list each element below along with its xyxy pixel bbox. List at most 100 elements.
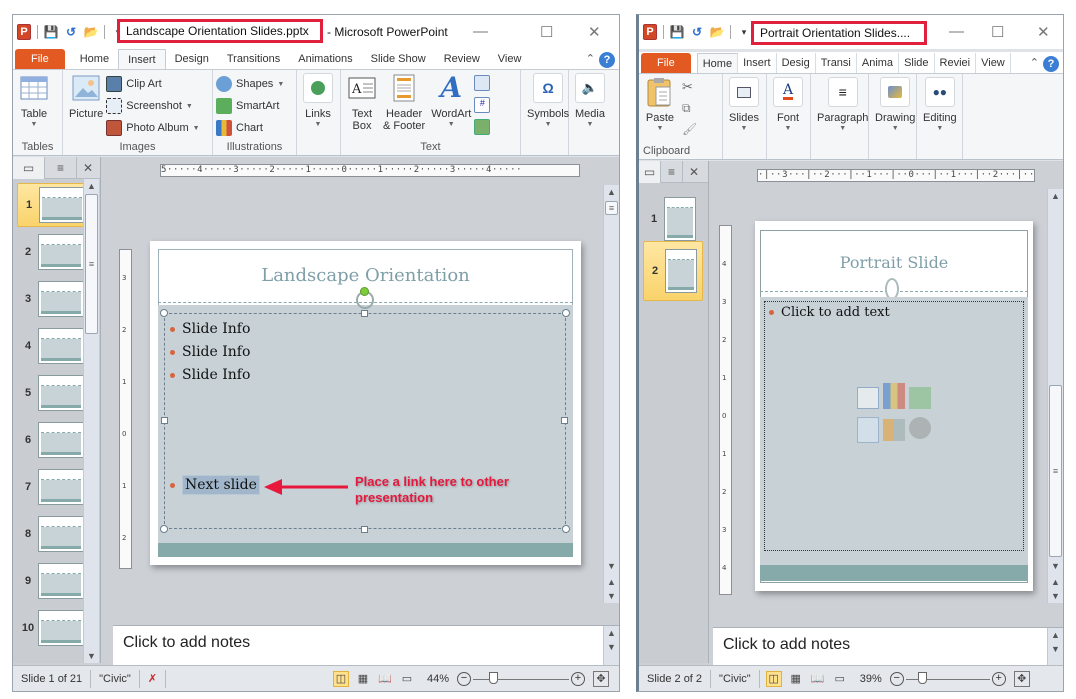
selected-link-text[interactable]: Next slide: [182, 475, 260, 495]
slide-thumbnail[interactable]: 6: [17, 418, 91, 462]
scroll-thumb[interactable]: ≡: [1049, 385, 1062, 557]
editing-button[interactable]: ●● Editing ▼: [920, 77, 960, 159]
slide-thumbnail[interactable]: 1: [17, 183, 91, 227]
bullet-item[interactable]: Slide Info: [170, 364, 250, 387]
outline-tab-icon[interactable]: ≡: [45, 157, 77, 179]
previous-slide-icon[interactable]: ▲: [1048, 575, 1063, 589]
tab-file[interactable]: File: [15, 49, 65, 69]
previous-slide-icon[interactable]: ▲: [604, 575, 619, 589]
insert-smartart-icon[interactable]: [909, 387, 931, 409]
insert-chart-icon[interactable]: [883, 383, 905, 409]
normal-view-icon[interactable]: ◫: [332, 670, 349, 687]
tab-slide-show[interactable]: Slide Show: [362, 49, 435, 69]
insert-clip-art-icon[interactable]: [883, 419, 905, 441]
tab-transitions[interactable]: Transitions: [218, 49, 289, 69]
powerpoint-app-icon[interactable]: P: [17, 24, 31, 40]
insert-media-icon[interactable]: [909, 417, 931, 439]
links-button[interactable]: Links ▼: [300, 73, 336, 155]
spell-check-icon[interactable]: ✗: [140, 669, 167, 688]
chart-button[interactable]: Chart: [216, 119, 284, 137]
reading-view-icon[interactable]: 📖: [810, 671, 826, 687]
rotate-handle[interactable]: [360, 287, 369, 296]
photo-album-button[interactable]: Photo Album ▼: [106, 119, 200, 137]
tab-animations[interactable]: Animations: [289, 49, 361, 69]
close-button[interactable]: ✕: [1037, 23, 1050, 41]
resize-handle-left[interactable]: [161, 417, 168, 424]
editor-scrollbar[interactable]: ▲ ≡ ▼ ▲ ▼: [603, 185, 619, 603]
normal-view-icon[interactable]: ◫: [765, 670, 782, 687]
slides-button[interactable]: Slides ▼: [726, 77, 762, 159]
minimize-button[interactable]: —: [473, 23, 488, 40]
next-slide-icon[interactable]: ▼: [604, 589, 619, 603]
shapes-button[interactable]: Shapes ▼: [216, 75, 284, 93]
powerpoint-app-icon[interactable]: P: [643, 24, 657, 40]
thumbnail-scrollbar[interactable]: ▲ ≡ ▼: [83, 179, 99, 663]
screenshot-button[interactable]: Screenshot ▼: [106, 97, 199, 115]
tab-design[interactable]: Desig: [777, 53, 816, 73]
close-button[interactable]: ✕: [588, 23, 601, 41]
tab-home[interactable]: Home: [696, 53, 739, 73]
notes-scrollbar[interactable]: ▲ ▼: [1047, 628, 1063, 667]
undo-icon[interactable]: ↺: [690, 25, 704, 39]
copy-icon[interactable]: ⧉: [682, 101, 697, 116]
scroll-up-icon[interactable]: ▲: [1048, 628, 1063, 642]
scroll-thumb[interactable]: ≡: [605, 201, 618, 215]
drawing-button[interactable]: Drawing ▼: [872, 77, 918, 159]
scroll-down-icon[interactable]: ▼: [1048, 559, 1063, 573]
slide-sorter-icon[interactable]: ▦: [355, 671, 371, 687]
resize-handle-br[interactable]: [562, 525, 570, 533]
scroll-up-icon[interactable]: ▲: [604, 626, 619, 640]
date-time-icon[interactable]: [474, 75, 491, 91]
object-icon[interactable]: [474, 119, 491, 135]
customize-qat-icon[interactable]: ▾: [737, 25, 751, 39]
font-button[interactable]: A Font ▼: [770, 77, 806, 159]
smartart-button[interactable]: SmartArt: [216, 97, 284, 115]
editor-scrollbar[interactable]: ▲ ≡ ▼ ▲ ▼: [1047, 189, 1063, 603]
scroll-up-icon[interactable]: ▲: [1048, 189, 1063, 203]
zoom-slider-knob[interactable]: [489, 671, 498, 684]
tab-insert[interactable]: Insert: [118, 49, 166, 69]
tab-insert[interactable]: Insert: [738, 53, 777, 73]
notes-pane[interactable]: Click to add notes ▲ ▼: [113, 625, 619, 665]
resize-handle-bl[interactable]: [160, 525, 168, 533]
slide-title[interactable]: Portrait Slide: [755, 253, 1033, 272]
symbols-button[interactable]: Ω Symbols ▼: [524, 73, 572, 155]
resize-handle-right[interactable]: [561, 417, 568, 424]
minimize-ribbon-icon[interactable]: ⌃: [586, 52, 595, 65]
scroll-down-icon[interactable]: ▼: [604, 559, 619, 573]
notes-placeholder[interactable]: Click to add notes: [723, 636, 850, 653]
slide-thumbnail[interactable]: 3: [17, 277, 91, 321]
save-icon[interactable]: 💾: [670, 25, 685, 39]
resize-handle-tr[interactable]: [562, 309, 570, 317]
tab-review[interactable]: Review: [435, 49, 489, 69]
close-pane-icon[interactable]: ✕: [77, 157, 99, 179]
tab-design[interactable]: Design: [166, 49, 218, 69]
cut-icon[interactable]: ✂: [682, 79, 697, 95]
slide-thumbnail[interactable]: 10: [17, 606, 91, 650]
zoom-out-icon[interactable]: −: [457, 671, 471, 686]
scroll-up-icon[interactable]: ▲: [84, 179, 99, 193]
tab-transitions[interactable]: Transi: [816, 53, 857, 73]
placeholder-text-item[interactable]: Click to add text: [769, 305, 890, 320]
fit-to-window-icon[interactable]: ✥: [593, 670, 609, 687]
zoom-out-icon[interactable]: −: [889, 671, 904, 686]
scroll-down-icon[interactable]: ▼: [604, 640, 619, 654]
bullet-item[interactable]: Slide Info: [170, 318, 250, 341]
notes-scrollbar[interactable]: ▲ ▼: [603, 626, 619, 665]
help-icon[interactable]: ?: [1043, 56, 1059, 72]
zoom-slider[interactable]: [905, 671, 990, 686]
next-slide-icon[interactable]: ▼: [1048, 589, 1063, 603]
clip-art-button[interactable]: Clip Art: [106, 75, 199, 93]
bullet-item[interactable]: Slide Info: [170, 341, 250, 364]
slide-thumbnail[interactable]: 4: [17, 324, 91, 368]
tab-view[interactable]: View: [489, 49, 531, 69]
slide-canvas-landscape[interactable]: Landscape Orientation Slide Info Slide I…: [150, 241, 581, 565]
slide-thumbnail[interactable]: 5: [17, 371, 91, 415]
maximize-button[interactable]: ☐: [991, 23, 1004, 41]
slide-number-icon[interactable]: #: [474, 97, 491, 113]
tab-animations[interactable]: Anima: [857, 53, 900, 73]
slides-tab-icon[interactable]: ▭: [13, 157, 45, 179]
tab-slide-show[interactable]: Slide: [899, 53, 935, 73]
link-bullet-item[interactable]: Next slide: [170, 475, 260, 495]
notes-pane[interactable]: Click to add notes ▲ ▼: [713, 627, 1063, 667]
